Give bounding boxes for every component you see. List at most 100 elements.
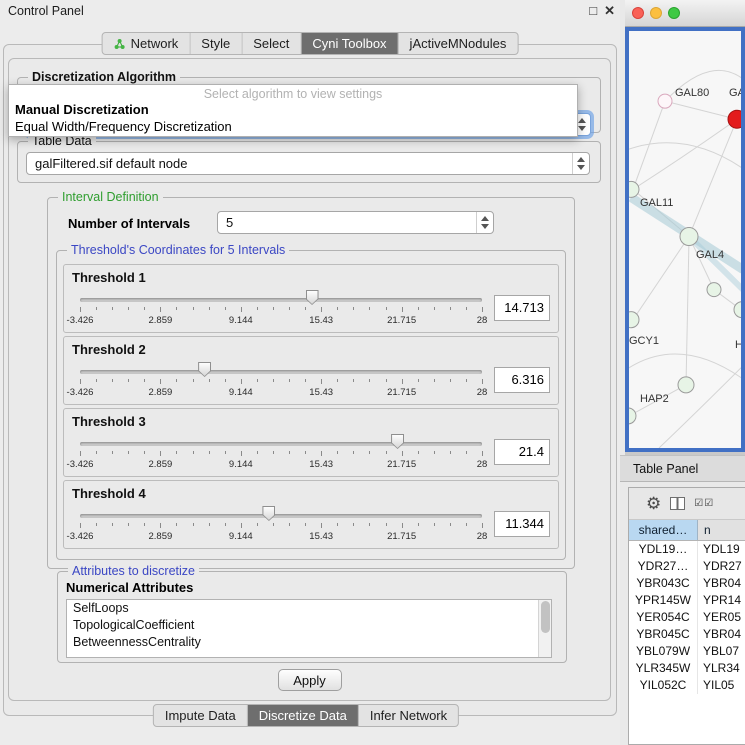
cell-shared-name[interactable]: YBR045C bbox=[629, 626, 698, 643]
tick-mark bbox=[305, 451, 306, 454]
column-header-shared-name[interactable]: shared… bbox=[629, 520, 698, 540]
scrollbar[interactable] bbox=[538, 600, 551, 657]
tick-mark bbox=[482, 307, 483, 312]
cell-shared-name[interactable]: YER054C bbox=[629, 609, 698, 626]
cell-name[interactable]: YBR04 bbox=[698, 575, 745, 592]
cell-shared-name[interactable]: YBL079W bbox=[629, 643, 698, 660]
columns-icon[interactable] bbox=[670, 497, 685, 510]
table-row[interactable]: YLR345WYLR34 bbox=[629, 660, 745, 677]
numerical-attributes-list[interactable]: SelfLoopsTopologicalCoefficientBetweenne… bbox=[66, 599, 552, 658]
number-of-intervals-label: Number of Intervals bbox=[68, 216, 190, 231]
slider-track[interactable] bbox=[80, 370, 482, 374]
slider-track[interactable] bbox=[80, 514, 482, 518]
cell-name[interactable]: YBR04 bbox=[698, 626, 745, 643]
cell-shared-name[interactable]: YIL052C bbox=[629, 677, 698, 694]
slider-thumb[interactable] bbox=[391, 434, 404, 449]
tick-mark bbox=[160, 379, 161, 384]
apply-button[interactable]: Apply bbox=[278, 669, 342, 691]
tab-network[interactable]: Network bbox=[103, 33, 191, 54]
tab-discretize-data[interactable]: Discretize Data bbox=[248, 705, 359, 726]
scale-label: -3.426 bbox=[67, 315, 94, 326]
table-panel-header[interactable]: Table Panel bbox=[620, 455, 745, 482]
network-node[interactable] bbox=[629, 408, 636, 424]
tab-cyni-toolbox[interactable]: Cyni Toolbox bbox=[301, 33, 398, 54]
threshold-value-field[interactable]: 14.713 bbox=[494, 295, 550, 321]
tick-mark bbox=[482, 523, 483, 528]
network-node[interactable] bbox=[680, 227, 698, 245]
tick-mark bbox=[176, 307, 177, 310]
cyni-toolbox-panel: Discretization Algorithm Table Data galF… bbox=[8, 58, 611, 701]
threshold-slider[interactable]: -3.4262.8599.14415.4321.71528 bbox=[80, 358, 482, 402]
gear-icon[interactable]: ⚙ bbox=[646, 495, 661, 512]
slider-thumb[interactable] bbox=[306, 290, 319, 305]
table-data-select[interactable]: galFiltered.sif default node bbox=[26, 152, 590, 175]
slider-track[interactable] bbox=[80, 298, 482, 302]
table-row[interactable]: YPR145WYPR14 bbox=[629, 592, 745, 609]
network-canvas[interactable]: GAL80GAGAL11GAL4GCY1HHAP2 bbox=[625, 27, 745, 452]
threshold-value-field[interactable]: 6.316 bbox=[494, 367, 550, 393]
network-node-selected-red[interactable] bbox=[728, 110, 741, 128]
float-window-icon[interactable]: □ bbox=[589, 0, 597, 22]
tick-mark bbox=[337, 307, 338, 310]
tick-mark bbox=[418, 307, 419, 310]
table-row[interactable]: YDR27…YDR27 bbox=[629, 558, 745, 575]
threshold-slider[interactable]: -3.4262.8599.14415.4321.71528 bbox=[80, 430, 482, 474]
tick-mark bbox=[434, 379, 435, 382]
network-node[interactable] bbox=[629, 181, 639, 197]
tab-impute-data[interactable]: Impute Data bbox=[154, 705, 248, 726]
cell-name[interactable]: YDR27 bbox=[698, 558, 745, 575]
tab-infer-network[interactable]: Infer Network bbox=[359, 705, 458, 726]
cell-name[interactable]: YDL19 bbox=[698, 541, 745, 558]
table-row[interactable]: YBR043CYBR04 bbox=[629, 575, 745, 592]
slider-thumb[interactable] bbox=[198, 362, 211, 377]
cell-shared-name[interactable]: YBR043C bbox=[629, 575, 698, 592]
cell-name[interactable]: YER05 bbox=[698, 609, 745, 626]
tick-mark bbox=[434, 523, 435, 526]
zoom-traffic-light-icon[interactable] bbox=[668, 7, 680, 19]
threshold-value-field[interactable]: 21.4 bbox=[494, 439, 550, 465]
close-traffic-light-icon[interactable] bbox=[632, 7, 644, 19]
tab-label: Cyni Toolbox bbox=[312, 36, 386, 51]
tick-mark bbox=[289, 523, 290, 526]
popup-option-equal-width-frequency[interactable]: Equal Width/Frequency Discretization bbox=[9, 118, 577, 135]
number-of-intervals-select[interactable]: 5 bbox=[217, 211, 494, 234]
network-node[interactable] bbox=[678, 377, 694, 393]
slider-track[interactable] bbox=[80, 442, 482, 446]
network-node[interactable] bbox=[658, 94, 672, 108]
cell-name[interactable]: YLR34 bbox=[698, 660, 745, 677]
network-node[interactable] bbox=[734, 302, 741, 318]
list-item[interactable]: TopologicalCoefficient bbox=[67, 617, 538, 634]
threshold-value-field[interactable]: 11.344 bbox=[494, 511, 550, 537]
slider-thumb[interactable] bbox=[262, 506, 275, 521]
tab-select[interactable]: Select bbox=[242, 33, 301, 54]
cell-name[interactable]: YBL07 bbox=[698, 643, 745, 660]
table-row[interactable]: YER054CYER05 bbox=[629, 609, 745, 626]
close-icon[interactable]: ✕ bbox=[604, 0, 615, 22]
table-row[interactable]: YIL052CYIL05 bbox=[629, 677, 745, 694]
cell-name[interactable]: YIL05 bbox=[698, 677, 745, 694]
table-row[interactable]: YBL079WYBL07 bbox=[629, 643, 745, 660]
scrollbar-thumb[interactable] bbox=[541, 601, 550, 633]
cell-shared-name[interactable]: YPR145W bbox=[629, 592, 698, 609]
list-item[interactable]: BetweennessCentrality bbox=[67, 634, 538, 651]
network-node[interactable] bbox=[629, 312, 639, 328]
table-header-row: shared… n bbox=[629, 520, 745, 541]
minimize-traffic-light-icon[interactable] bbox=[650, 7, 662, 19]
table-row[interactable]: YDL19…YDL19 bbox=[629, 541, 745, 558]
popup-option-manual-discretization[interactable]: Manual Discretization bbox=[9, 101, 577, 118]
column-header-name[interactable]: n bbox=[698, 520, 745, 540]
cell-name[interactable]: YPR14 bbox=[698, 592, 745, 609]
tab-jactivemnodules[interactable]: jActiveMNodules bbox=[399, 33, 518, 54]
list-item[interactable]: SelfLoops bbox=[67, 600, 538, 617]
tab-style[interactable]: Style bbox=[190, 33, 242, 54]
select-rows-checkbox-icon[interactable]: ☑☑ bbox=[694, 498, 714, 509]
threshold-slider[interactable]: -3.4262.8599.14415.4321.71528 bbox=[80, 502, 482, 546]
cell-shared-name[interactable]: YDR27… bbox=[629, 558, 698, 575]
tick-mark bbox=[386, 523, 387, 526]
network-node[interactable] bbox=[707, 283, 721, 297]
tick-mark bbox=[241, 523, 242, 528]
cell-shared-name[interactable]: YLR345W bbox=[629, 660, 698, 677]
cell-shared-name[interactable]: YDL19… bbox=[629, 541, 698, 558]
threshold-slider[interactable]: -3.4262.8599.14415.4321.71528 bbox=[80, 286, 482, 330]
table-row[interactable]: YBR045CYBR04 bbox=[629, 626, 745, 643]
